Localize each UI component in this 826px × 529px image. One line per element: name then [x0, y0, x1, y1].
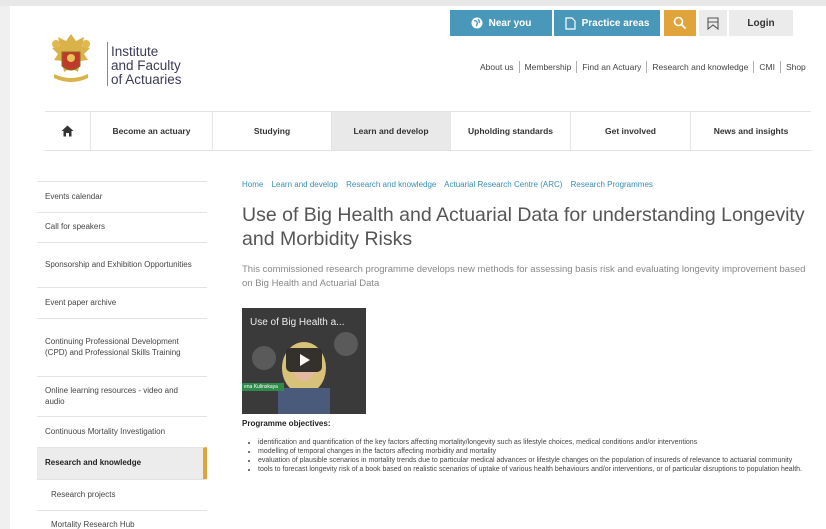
main-content: Home Learn and develop Research and know… [242, 180, 812, 473]
top-links: About us Membership Find an Actuary Researc… [480, 61, 826, 73]
sidebar-item-sponsorship[interactable]: Sponsorship and Exhibition Opportunities [37, 242, 207, 287]
sidebar-item-continuous-mortality[interactable]: Continuous Mortality Investigation [37, 416, 207, 447]
breadcrumb-research-programmes[interactable]: Research Programmes [571, 180, 653, 189]
nav-upholding-standards[interactable]: Upholding standards [451, 112, 571, 150]
top-link-separator [646, 61, 648, 73]
near-you-button[interactable]: Near you [450, 10, 552, 36]
sidebar-item-events-calendar[interactable]: Events calendar [37, 181, 207, 212]
breadcrumb-arc[interactable]: Actuarial Research Centre (ARC) [444, 180, 562, 189]
page-title: Use of Big Health and Actuarial Data for… [242, 204, 805, 250]
sidebar-item-mortality-research-hub[interactable]: Mortality Research Hub [37, 510, 207, 529]
list-item: tools to forecast longevity risk of a bo… [258, 465, 806, 474]
nav-studying[interactable]: Studying [213, 112, 332, 150]
sidebar-item-call-for-speakers[interactable]: Call for speakers [37, 212, 207, 242]
logo-line-3: of Actuaries [111, 72, 182, 87]
sidebar: Events calendar Call for speakers Sponso… [37, 181, 207, 529]
list-item: evaluation of plausible scenarios in mor… [258, 456, 806, 465]
search-icon [673, 16, 687, 30]
browser-top-strip [0, 0, 826, 6]
site-logo[interactable]: Institute and Faculty of Actuaries [40, 28, 200, 92]
bookmark-icon [707, 16, 719, 30]
objectives-list: identification and quantification of the… [258, 438, 806, 474]
nav-become-an-actuary[interactable]: Become an actuary [91, 112, 213, 150]
search-button[interactable] [664, 10, 696, 36]
top-link-find-an-actuary[interactable]: Find an Actuary [582, 62, 641, 72]
objectives-heading: Programme objectives: [242, 419, 331, 428]
logo-line-2: and Faculty [111, 58, 181, 73]
top-link-separator [518, 61, 520, 73]
top-link-cmi[interactable]: CMI [759, 62, 775, 72]
crest-icon [52, 34, 90, 82]
list-item: modelling of temporal changes in the fac… [258, 447, 806, 456]
top-link-about-us[interactable]: About us [480, 62, 514, 72]
sidebar-item-research-and-knowledge[interactable]: Research and knowledge [37, 447, 207, 479]
top-link-research-and-knowledge[interactable]: Research and knowledge [652, 62, 748, 72]
globe-icon [471, 17, 483, 29]
document-icon [564, 16, 576, 30]
breadcrumb-research-and-knowledge[interactable]: Research and knowledge [346, 180, 436, 189]
video-player[interactable]: Use of Big Health a... ena Kulinskaya [242, 308, 366, 414]
practice-areas-button[interactable]: Practice areas [554, 10, 660, 36]
logo-divider [107, 42, 108, 86]
play-icon [300, 354, 310, 366]
nav-news-and-insights[interactable]: News and insights [691, 112, 811, 150]
video-lower-third: ena Kulinskaya [242, 383, 284, 391]
play-button[interactable] [286, 348, 322, 372]
near-you-label: Near you [488, 17, 532, 29]
top-link-membership[interactable]: Membership [525, 62, 572, 72]
top-link-separator [576, 61, 578, 73]
nav-learn-and-develop[interactable]: Learn and develop [332, 112, 451, 150]
breadcrumb-home[interactable]: Home [242, 180, 263, 189]
sidebar-item-cpd-training[interactable]: Continuing Professional Development (CPD… [37, 318, 207, 376]
home-icon [61, 125, 74, 137]
nav-home[interactable] [45, 112, 91, 150]
sidebar-item-online-learning[interactable]: Online learning resources - video and au… [37, 376, 207, 416]
logo-line-1: Institute [111, 44, 159, 59]
main-navigation: Become an actuary Studying Learn and dev… [45, 111, 811, 151]
sidebar-item-event-paper-archive[interactable]: Event paper archive [37, 287, 207, 318]
practice-areas-label: Practice areas [581, 17, 650, 29]
login-button[interactable]: Login [729, 10, 793, 36]
sidebar-item-research-projects[interactable]: Research projects [37, 479, 207, 510]
intro-text: This commissioned research programme dev… [242, 264, 806, 289]
left-edge [0, 6, 10, 529]
video-title: Use of Big Health a... [250, 317, 345, 328]
breadcrumb-learn-and-develop[interactable]: Learn and develop [272, 180, 338, 189]
list-item: identification and quantification of the… [258, 438, 806, 447]
bookmark-button[interactable] [699, 10, 727, 36]
top-link-separator [779, 61, 781, 73]
breadcrumb: Home Learn and develop Research and know… [242, 180, 812, 189]
logo-text: Institute and Faculty of Actuaries [111, 45, 182, 87]
nav-get-involved[interactable]: Get involved [571, 112, 691, 150]
top-link-shop[interactable]: Shop [786, 62, 806, 72]
top-link-separator [753, 61, 755, 73]
